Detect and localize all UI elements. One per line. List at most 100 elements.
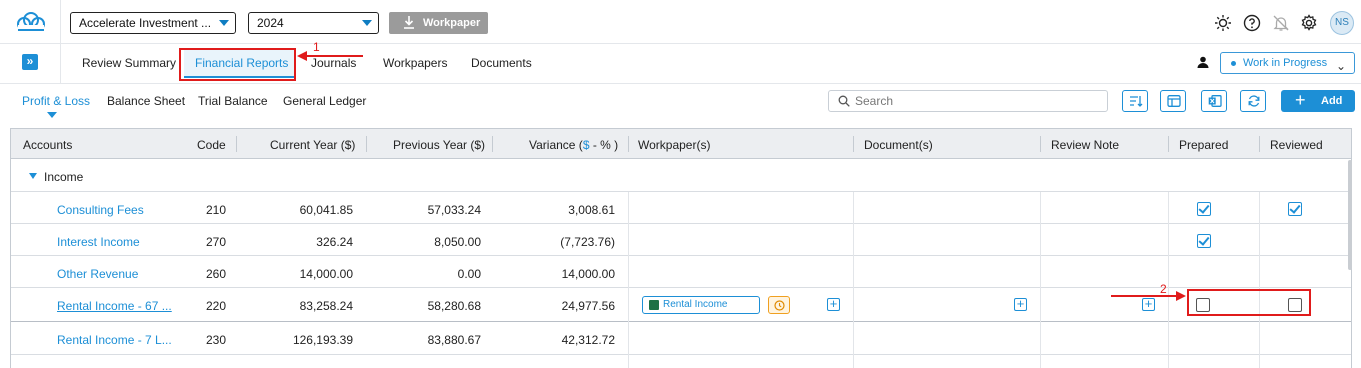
column-separator — [853, 136, 854, 152]
tab-general-ledger[interactable]: General Ledger — [283, 94, 366, 108]
expand-sidebar-icon[interactable]: » — [22, 54, 38, 70]
account-link[interactable]: Other Revenue — [57, 267, 138, 281]
current-year-value: 83,258.24 — [299, 299, 353, 313]
previous-year-value: 0.00 — [457, 267, 481, 281]
help-icon[interactable] — [1243, 14, 1261, 32]
annotation-number-1: 1 — [313, 40, 320, 54]
layout-icon — [1167, 95, 1181, 107]
sort-button[interactable] — [1122, 90, 1148, 112]
variance-value: (7,723.76) — [560, 235, 615, 249]
workpaper-button[interactable]: Workpaper — [389, 12, 488, 34]
excel-file-icon — [649, 300, 659, 310]
account-link[interactable]: Rental Income - 67 ... — [57, 299, 172, 313]
col-reviewed[interactable]: Reviewed — [1270, 138, 1323, 152]
account-code: 260 — [206, 267, 227, 281]
year-select-value: 2024 — [257, 16, 284, 30]
column-separator — [236, 136, 237, 152]
table-row: Rental Income - 7 L... 230 126,193.39 83… — [11, 323, 1351, 355]
refresh-button[interactable] — [1240, 90, 1266, 112]
search-input[interactable] — [855, 93, 1095, 109]
col-review-note[interactable]: Review Note — [1051, 138, 1119, 152]
current-year-value: 326.24 — [316, 235, 353, 249]
add-button[interactable]: + Add — [1281, 90, 1355, 112]
status-dot-icon — [1231, 61, 1236, 66]
variance-value: 24,977.56 — [561, 299, 615, 313]
account-link[interactable]: Consulting Fees — [57, 203, 144, 217]
tab-balance-sheet[interactable]: Balance Sheet — [107, 94, 185, 108]
column-gridline — [1040, 192, 1041, 368]
current-year-value: 14,000.00 — [299, 267, 353, 281]
group-label: Income — [44, 170, 84, 184]
year-select[interactable]: 2024 — [248, 12, 379, 34]
workpaper-button-label: Workpaper — [423, 17, 481, 29]
entity-select[interactable]: Accelerate Investment ... — [70, 12, 236, 34]
col-prepared[interactable]: Prepared — [1179, 138, 1228, 152]
column-separator — [628, 136, 629, 152]
workpaper-status-button[interactable] — [768, 296, 790, 314]
tab-workpapers[interactable]: Workpapers — [383, 56, 447, 70]
column-separator — [492, 136, 493, 152]
collapse-caret-icon[interactable] — [29, 173, 37, 179]
column-gridline — [853, 192, 854, 368]
table-row: Rental Income - 67 ... 220 83,258.24 58,… — [11, 288, 1351, 322]
tab-journals[interactable]: Journals — [311, 56, 356, 70]
col-current-year[interactable]: Current Year ($) — [270, 138, 355, 152]
add-workpaper-button[interactable]: + — [827, 297, 840, 311]
add-document-button[interactable]: + — [1014, 297, 1027, 311]
search-box — [828, 90, 1108, 112]
variance-dollar-toggle[interactable]: $ — [583, 138, 590, 152]
column-gridline — [1259, 192, 1260, 368]
sun-icon[interactable] — [1214, 14, 1232, 32]
tab-documents[interactable]: Documents — [471, 56, 532, 70]
tab-review-summary[interactable]: Review Summary — [82, 56, 176, 70]
entity-select-value: Accelerate Investment ... — [79, 16, 212, 30]
avatar[interactable]: NS — [1330, 11, 1354, 35]
col-workpapers[interactable]: Workpaper(s) — [638, 138, 710, 152]
annotation-number-2: 2 — [1160, 282, 1167, 296]
vertical-scrollbar[interactable] — [1348, 160, 1352, 270]
workpaper-chip[interactable]: Rental Income — [642, 296, 760, 314]
report-tabs: Profit & Loss Balance Sheet Trial Balanc… — [0, 84, 1361, 120]
account-link[interactable]: Rental Income - 7 L... — [57, 333, 172, 347]
table-row: Other Revenue 260 14,000.00 0.00 14,000.… — [11, 256, 1351, 288]
current-year-value: 126,193.39 — [292, 333, 353, 347]
chevron-down-icon — [362, 20, 372, 26]
bell-icon[interactable] — [1272, 14, 1290, 32]
chevron-down-icon: ⌄ — [1335, 59, 1346, 73]
add-review-note-button[interactable]: + — [1142, 297, 1155, 311]
variance-value: 42,312.72 — [561, 333, 615, 347]
cloud-logo-icon[interactable] — [14, 10, 46, 34]
export-excel-button[interactable] — [1201, 90, 1227, 112]
col-variance-prefix: Variance ( — [529, 138, 583, 152]
current-year-value: 60,041.85 — [299, 203, 353, 217]
status-label: Work in Progress — [1243, 57, 1328, 69]
annotation-arrow-2 — [1111, 295, 1179, 297]
status-select[interactable]: Work in Progress ⌄ — [1220, 52, 1355, 74]
column-separator — [366, 136, 367, 152]
col-documents[interactable]: Document(s) — [864, 138, 933, 152]
tab-profit-loss[interactable]: Profit & Loss — [22, 94, 90, 108]
previous-year-value: 83,880.67 — [427, 333, 481, 347]
col-accounts[interactable]: Accounts — [23, 138, 72, 152]
tab-trial-balance[interactable]: Trial Balance — [198, 94, 268, 108]
variance-value: 3,008.61 — [568, 203, 615, 217]
group-row-income[interactable]: Income — [11, 160, 1351, 192]
col-variance[interactable]: Variance ($ - % ) — [529, 138, 618, 152]
plus-icon: + — [1295, 90, 1306, 110]
workpaper-chip-label: Rental Income — [663, 299, 728, 310]
reviewed-checkbox[interactable] — [1288, 202, 1302, 216]
col-code[interactable]: Code — [197, 138, 226, 152]
account-link[interactable]: Interest Income — [57, 235, 140, 249]
col-previous-year[interactable]: Previous Year ($) — [393, 138, 485, 152]
user-icon[interactable] — [1197, 56, 1209, 68]
columns-button[interactable] — [1160, 90, 1186, 112]
annotation-arrowhead-1 — [297, 51, 307, 61]
sort-icon — [1130, 96, 1143, 107]
account-code: 210 — [206, 203, 227, 217]
gear-icon[interactable] — [1300, 14, 1318, 32]
prepared-checkbox[interactable] — [1197, 234, 1211, 248]
table-row: Interest Income 270 326.24 8,050.00 (7,7… — [11, 224, 1351, 256]
previous-year-value: 8,050.00 — [434, 235, 481, 249]
prepared-checkbox[interactable] — [1197, 202, 1211, 216]
column-separator — [1259, 136, 1260, 152]
